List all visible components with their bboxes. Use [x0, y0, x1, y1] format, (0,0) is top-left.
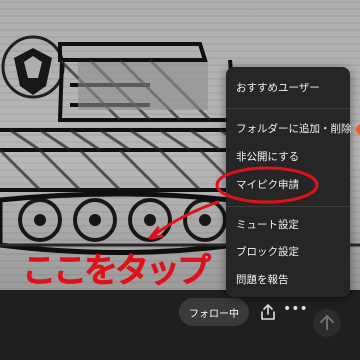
menu-item-label: おすすめユーザー: [236, 82, 320, 94]
menu-item-block-settings[interactable]: ブロック設定: [236, 240, 344, 264]
menu-item-label: マイピク申請: [236, 179, 299, 191]
menu-item-label: ミュート設定: [236, 219, 299, 231]
menu-item-label: フォルダーに追加・削除: [236, 123, 352, 135]
menu-item-make-private[interactable]: 非公開にする: [236, 145, 344, 169]
menu-divider: [226, 108, 350, 109]
arrow-up-icon: [320, 315, 334, 330]
menu-item-label: 非公開にする: [236, 151, 300, 163]
following-button-label: フォロー中: [189, 308, 239, 320]
more-options-button[interactable]: •••: [283, 302, 308, 322]
menu-item-mute-settings[interactable]: ミュート設定: [236, 213, 344, 237]
menu-divider: [226, 206, 350, 207]
share-icon[interactable]: [258, 302, 278, 322]
menu-item-recommended-users[interactable]: おすすめユーザー: [236, 76, 344, 100]
more-options-menu: おすすめユーザー フォルダーに追加・削除! 非公開にする マイピク申請 ミュート…: [226, 67, 360, 297]
more-icon: •••: [283, 301, 308, 317]
menu-item-report-problem[interactable]: 問題を報告: [236, 268, 344, 292]
menu-item-label: ブロック設定: [236, 246, 299, 258]
notice-badge: !: [355, 123, 360, 135]
following-button[interactable]: フォロー中: [179, 298, 249, 326]
menu-item-label: 問題を報告: [236, 274, 289, 286]
menu-item-mypixiv-request[interactable]: マイピク申請: [236, 173, 344, 197]
scroll-to-top-button[interactable]: [313, 309, 341, 337]
menu-item-add-to-folder[interactable]: フォルダーに追加・削除!: [236, 117, 360, 141]
